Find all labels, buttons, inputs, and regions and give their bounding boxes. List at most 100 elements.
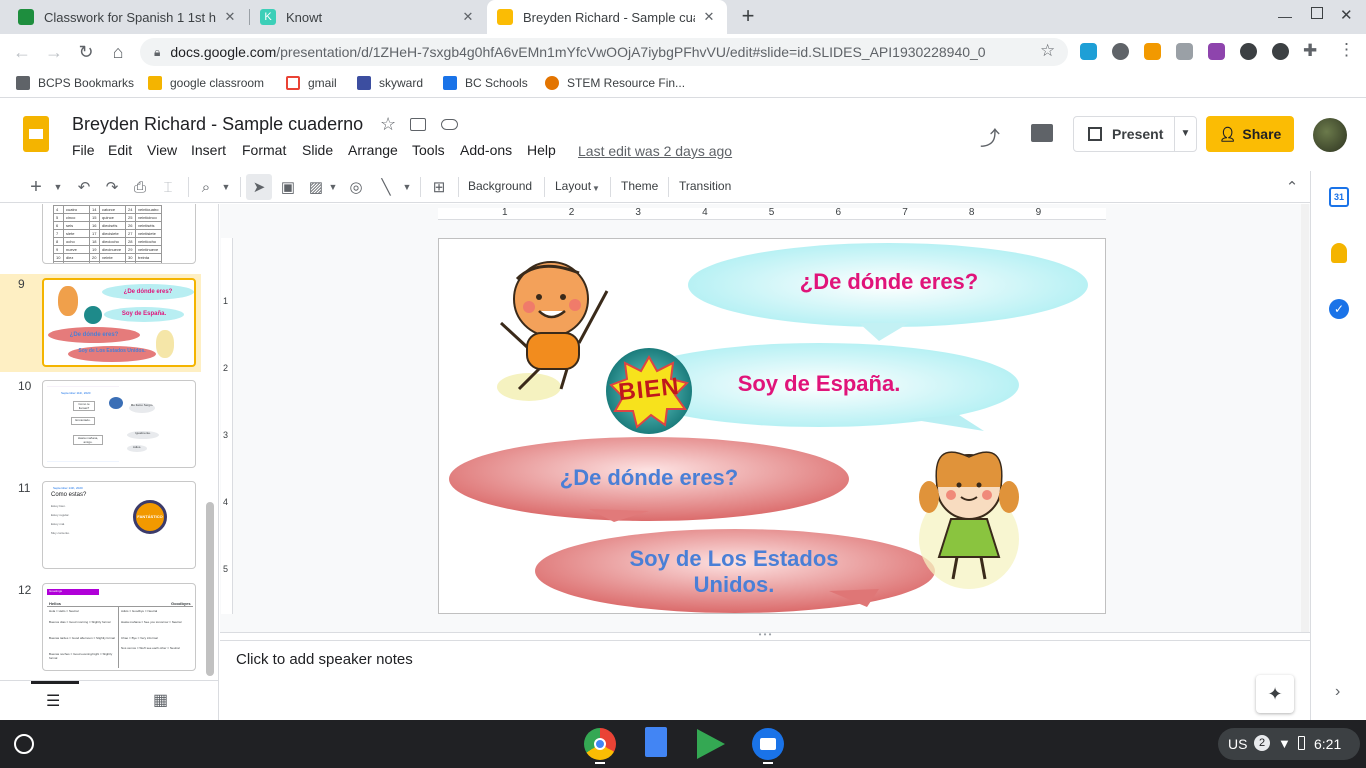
- cloud-status-icon[interactable]: [441, 119, 458, 130]
- new-slide-icon[interactable]: +: [26, 176, 46, 198]
- back-icon[interactable]: ←: [10, 40, 34, 64]
- bookmark-star-icon[interactable]: ☆: [1040, 41, 1055, 61]
- add-comment-icon[interactable]: ⊞: [428, 177, 450, 197]
- current-slide[interactable]: ¿De dónde eres? Soy de España. ¿De dónde…: [438, 238, 1106, 614]
- chrome-app-icon[interactable]: [584, 728, 616, 760]
- document-title[interactable]: Breyden Richard - Sample cuaderno: [72, 114, 363, 135]
- menu-edit[interactable]: Edit: [108, 142, 132, 158]
- bookmark-gmail[interactable]: gmail: [286, 76, 337, 90]
- menu-format[interactable]: Format: [242, 142, 286, 158]
- new-slide-dropdown-icon[interactable]: ▼: [52, 177, 64, 197]
- slide-thumbnail-10[interactable]: ········································…: [42, 380, 196, 468]
- extension-shield2-icon[interactable]: [1272, 43, 1289, 60]
- minimize-window-icon[interactable]: —: [1278, 8, 1292, 24]
- files-app-icon[interactable]: [752, 728, 784, 760]
- print-icon[interactable]: ⎙: [130, 177, 150, 197]
- browser-tab-knowt[interactable]: K Knowt ✕: [250, 0, 486, 34]
- layout-button[interactable]: Layout: [555, 179, 591, 193]
- bubble-2-text[interactable]: Soy de España.: [669, 371, 969, 397]
- extension-orange-icon[interactable]: [1144, 43, 1161, 60]
- background-button[interactable]: Background: [468, 179, 532, 193]
- extension-cloud-icon[interactable]: [1080, 43, 1097, 60]
- new-tab-button[interactable]: +: [737, 4, 759, 28]
- menu-help[interactable]: Help: [527, 142, 556, 158]
- menu-slide[interactable]: Slide: [302, 142, 333, 158]
- collapse-toolbar-icon[interactable]: ⌃: [1282, 177, 1302, 197]
- keep-icon[interactable]: [1331, 243, 1347, 263]
- slide-thumbnail-8[interactable]: 4 cuatro 14 catorce 24 veinticuatro 5 cinco 15 qu…: [42, 204, 196, 264]
- bookmark-google-classroom[interactable]: google classroom: [148, 76, 264, 90]
- system-tray[interactable]: US 2 ▼ 6:21: [1218, 728, 1360, 760]
- bubble-4-text[interactable]: Soy de Los Estados Unidos.: [584, 546, 884, 598]
- browser-menu-icon[interactable]: ⋮: [1338, 40, 1355, 60]
- shape-icon[interactable]: ◎: [346, 177, 366, 197]
- account-avatar[interactable]: [1313, 118, 1347, 152]
- speaker-notes[interactable]: Click to add speaker notes ✦: [220, 640, 1310, 720]
- star-icon[interactable]: ☆: [380, 114, 396, 135]
- menu-insert[interactable]: Insert: [191, 142, 226, 158]
- filmstrip-scrollbar[interactable]: [206, 502, 214, 676]
- undo-icon[interactable]: ↶: [74, 177, 94, 197]
- speaker-notes-placeholder[interactable]: Click to add speaker notes: [236, 651, 413, 668]
- line-dropdown-icon[interactable]: ▼: [402, 177, 412, 197]
- close-tab-icon[interactable]: ✕: [701, 9, 717, 25]
- last-edit-link[interactable]: Last edit was 2 days ago: [578, 143, 732, 159]
- close-tab-icon[interactable]: ✕: [460, 9, 476, 25]
- share-button[interactable]: 👤︎ Share: [1206, 116, 1294, 152]
- menu-addons[interactable]: Add-ons: [460, 142, 512, 158]
- extension-copy-icon[interactable]: [1176, 43, 1193, 60]
- slide-thumbnail-11[interactable]: September 14th, 2020 Como estas? Estoy b…: [42, 481, 196, 569]
- transition-button[interactable]: Transition: [679, 179, 731, 193]
- extension-fw-icon[interactable]: [1208, 43, 1225, 60]
- explore-icon[interactable]: ✦: [1256, 675, 1294, 713]
- bubble-3-text[interactable]: ¿De dónde eres?: [499, 465, 799, 491]
- canvas-scrollbar[interactable]: [1301, 204, 1309, 632]
- slide-thumbnail-9[interactable]: ¿De dónde eres? Soy de España. ¿De dónde…: [42, 278, 196, 367]
- bubble-1-text[interactable]: ¿De dónde eres?: [689, 269, 1089, 295]
- menu-tools[interactable]: Tools: [412, 142, 445, 158]
- restore-window-icon[interactable]: [1311, 7, 1323, 19]
- grid-view-icon[interactable]: ▦: [153, 690, 168, 710]
- reload-icon[interactable]: ↻: [74, 40, 98, 64]
- forward-icon[interactable]: →: [42, 40, 66, 64]
- close-window-icon[interactable]: ✕: [1340, 6, 1353, 24]
- home-icon[interactable]: ⌂: [106, 40, 130, 64]
- bookmark-stem[interactable]: STEM Resource Fin...: [545, 76, 685, 90]
- extensions-puzzle-icon[interactable]: ✚: [1303, 41, 1317, 61]
- tasks-icon[interactable]: ✓: [1329, 299, 1349, 319]
- browser-tab-slides[interactable]: Breyden Richard - Sample cuade ✕: [487, 0, 727, 34]
- docs-app-icon[interactable]: [645, 727, 667, 757]
- calendar-icon[interactable]: 31: [1329, 187, 1349, 207]
- image-dropdown-icon[interactable]: ▼: [328, 177, 338, 197]
- text-box-icon[interactable]: ▣: [278, 177, 298, 197]
- bookmark-skyward[interactable]: skyward: [357, 76, 423, 90]
- theme-button[interactable]: Theme: [621, 179, 658, 193]
- browser-tab-classwork[interactable]: Classwork for Spanish 1 1st hou ✕: [8, 0, 248, 34]
- slide-thumbnail-12[interactable]: Greetings Hellos Goodbyes Hola = Hello =…: [42, 583, 196, 671]
- present-dropdown-icon[interactable]: ▼: [1174, 117, 1196, 151]
- redo-icon[interactable]: ↷: [102, 177, 122, 197]
- move-folder-icon[interactable]: [410, 118, 426, 131]
- paint-format-icon[interactable]: ⌶: [158, 177, 178, 197]
- bookmark-bc-schools[interactable]: BC Schools: [443, 76, 528, 90]
- extension-shield-icon[interactable]: [1240, 43, 1257, 60]
- select-cursor-icon[interactable]: ➤: [246, 174, 272, 200]
- zoom-dropdown-icon[interactable]: ▼: [220, 177, 232, 197]
- menu-view[interactable]: View: [147, 142, 177, 158]
- bookmark-bcps[interactable]: BCPS Bookmarks: [16, 76, 134, 90]
- activity-trend-icon[interactable]: ⤴: [980, 122, 1000, 151]
- extension-owl-icon[interactable]: [1112, 43, 1129, 60]
- zoom-icon[interactable]: ⌕: [196, 177, 216, 197]
- layout-dropdown-icon[interactable]: ▼: [592, 178, 600, 198]
- launcher-icon[interactable]: [14, 734, 34, 754]
- menu-file[interactable]: File: [72, 142, 95, 158]
- list-view-icon[interactable]: ☰: [46, 691, 60, 711]
- present-button[interactable]: Present ▼: [1073, 116, 1197, 152]
- insert-image-icon[interactable]: ▨: [306, 177, 326, 197]
- play-store-icon[interactable]: [697, 729, 725, 759]
- line-icon[interactable]: ╲: [376, 177, 396, 197]
- slides-logo-icon[interactable]: [23, 116, 49, 152]
- comments-icon[interactable]: [1031, 124, 1053, 142]
- menu-arrange[interactable]: Arrange: [348, 142, 398, 158]
- expand-side-panel-icon[interactable]: ›: [1335, 683, 1340, 701]
